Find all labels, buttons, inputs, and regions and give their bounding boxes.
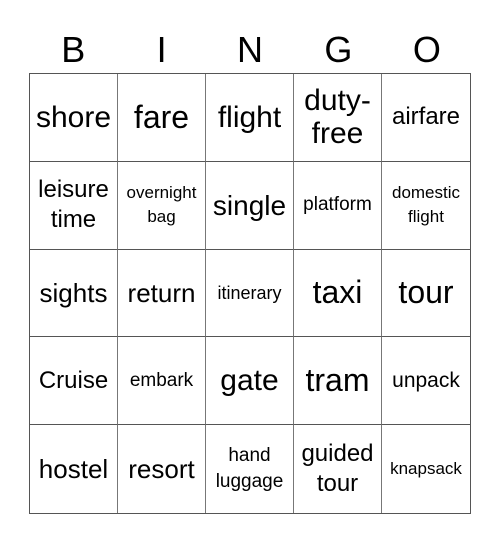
bingo-cell-text: domestic flight (391, 183, 461, 227)
bingo-cell[interactable]: shore (30, 74, 118, 162)
bingo-cell-text: hostel (38, 454, 109, 485)
bingo-cell-text: return (127, 277, 196, 308)
bingo-cell-text: platform (303, 194, 372, 216)
header-letter-n: N (237, 29, 264, 70)
bingo-cell[interactable]: resort (118, 425, 206, 513)
bingo-cell[interactable]: unpack (382, 337, 470, 426)
bingo-cell[interactable]: sights (30, 249, 118, 338)
bingo-cell-text: fare (133, 98, 190, 135)
bingo-cell[interactable]: duty- free (294, 74, 382, 162)
bingo-cell-text: unpack (392, 368, 460, 392)
bingo-cell[interactable]: taxi (294, 249, 382, 338)
bingo-cell[interactable]: hostel (30, 425, 118, 513)
bingo-cell[interactable]: tour (382, 250, 470, 338)
bingo-cell[interactable]: itinerary (206, 249, 294, 338)
bingo-cell-text: Cruise (38, 366, 109, 394)
bingo-cell-text: guided tour (301, 440, 374, 498)
bingo-cell[interactable]: overnight bag (118, 161, 206, 250)
header-letter-g: G (324, 29, 353, 70)
bingo-cell-text: overnight bag (126, 183, 197, 227)
bingo-cell-text: leisure time (38, 176, 109, 234)
bingo-cell[interactable]: gate (206, 337, 294, 426)
bingo-cell-text: taxi (312, 274, 363, 311)
bingo-cell[interactable]: tram (294, 337, 382, 426)
bingo-cell-text: flight (217, 100, 282, 134)
bingo-grid: shore fare flight duty- free airfare leisure … (29, 73, 471, 514)
bingo-cell-text: airfare (391, 103, 461, 131)
bingo-cell-text: tram (305, 362, 370, 399)
bingo-cell-text: duty- free (304, 84, 371, 151)
bingo-cell[interactable]: embark (118, 337, 206, 426)
bingo-cell-text: hand luggage (215, 445, 284, 493)
bingo-cell[interactable]: guided tour (294, 425, 382, 513)
bingo-header: B I N G O (29, 28, 471, 72)
bingo-cell[interactable]: hand luggage (206, 425, 294, 513)
bingo-cell[interactable]: fare (118, 74, 206, 162)
bingo-cell[interactable]: return (118, 249, 206, 338)
bingo-cell[interactable]: airfare (382, 74, 470, 162)
bingo-cell-text: itinerary (217, 282, 282, 303)
header-letter-o: O (412, 29, 441, 70)
bingo-cell[interactable]: platform (294, 161, 382, 250)
bingo-cell[interactable]: leisure time (30, 161, 118, 250)
bingo-cell-text: embark (129, 369, 194, 391)
bingo-cell-text: sights (39, 277, 108, 308)
bingo-cell[interactable]: knapsack (382, 425, 470, 513)
bingo-cell[interactable]: Cruise (30, 337, 118, 426)
bingo-cell-text: shore (35, 100, 112, 134)
bingo-cell-text: resort (128, 454, 195, 485)
bingo-cell-text: knapsack (390, 459, 462, 479)
bingo-cell-text: gate (220, 364, 279, 398)
bingo-cell-text: tour (398, 274, 454, 311)
header-letter-i: I (156, 29, 167, 70)
bingo-cell[interactable]: domestic flight (382, 162, 470, 250)
header-letter-b: B (61, 29, 86, 70)
bingo-cell-text: single (212, 189, 287, 221)
bingo-cell[interactable]: single (206, 161, 294, 250)
bingo-cell[interactable]: flight (206, 74, 294, 162)
